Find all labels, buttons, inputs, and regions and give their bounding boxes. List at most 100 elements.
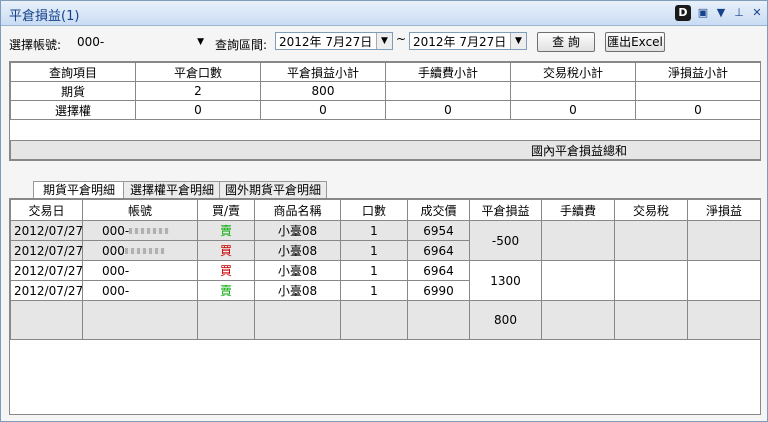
account-cell: 000 <box>82 240 198 261</box>
summary-cell: 0 <box>260 100 386 120</box>
detail-header-row: 交易日 帳號 買/賣 商品名稱 口數 成交價 平倉損益 手續費 交易稅 淨損益 <box>10 199 760 221</box>
summary-cell: 期貨 <box>10 81 136 101</box>
price-cell: 6954 <box>407 220 470 241</box>
date-to-picker[interactable]: 2012年 7月27日 ▼ <box>409 32 527 50</box>
total-cell <box>614 300 688 340</box>
summary-cell <box>510 81 636 101</box>
detail-header[interactable]: 交易日 <box>10 199 83 221</box>
side-cell: 買 <box>197 240 255 261</box>
account-cell: 000- <box>82 220 198 241</box>
total-cell <box>197 300 255 340</box>
trade-date: 2012/07/27 <box>10 260 83 281</box>
qty-cell: 1 <box>340 260 408 281</box>
summary-total-row: 國內平倉損益總和 <box>10 140 761 160</box>
detail-header[interactable]: 買/賣 <box>197 199 255 221</box>
summary-header[interactable]: 平倉損益小計 <box>260 62 386 82</box>
detail-grid: 交易日 帳號 買/賣 商品名稱 口數 成交價 平倉損益 手續費 交易稅 淨損益 … <box>9 198 761 415</box>
chevron-down-icon[interactable]: ▼ <box>376 33 392 49</box>
trade-date: 2012/07/27 <box>10 220 83 241</box>
summary-header[interactable]: 手續費小計 <box>385 62 511 82</box>
pnl-group-cell: -500 <box>469 220 542 261</box>
detail-header[interactable]: 商品名稱 <box>254 199 341 221</box>
close-icon[interactable]: ✕ <box>749 5 765 21</box>
summary-cell: 800 <box>260 81 386 101</box>
d-logo-icon[interactable]: D <box>675 5 691 21</box>
summary-cell: 0 <box>135 100 261 120</box>
chevron-down-icon[interactable]: ▼ <box>510 33 526 49</box>
account-cell: 000- <box>82 260 198 281</box>
pnl-group-cell: 1300 <box>469 260 542 301</box>
price-cell: 6964 <box>407 260 470 281</box>
total-row: 800 <box>10 300 760 340</box>
qty-cell: 1 <box>340 280 408 301</box>
summary-row-futures[interactable]: 期貨 2 800 <box>10 81 761 101</box>
net-cell <box>687 260 760 301</box>
detail-header[interactable]: 口數 <box>340 199 408 221</box>
chevron-down-icon[interactable]: ▼ <box>197 33 204 51</box>
summary-cell: 2 <box>135 81 261 101</box>
summary-header[interactable]: 平倉口數 <box>135 62 261 82</box>
qty-cell: 1 <box>340 240 408 261</box>
range-label: 查詢區間: <box>215 38 268 52</box>
account-select[interactable]: 000- ▼ <box>73 32 207 50</box>
summary-header[interactable]: 查詢項目 <box>10 62 136 82</box>
detail-header[interactable]: 交易稅 <box>614 199 688 221</box>
summary-cell: 0 <box>385 100 511 120</box>
summary-table: 查詢項目 平倉口數 平倉損益小計 手續費小計 交易稅小計 淨損益小計 期貨 2 … <box>9 61 761 161</box>
total-cell <box>687 300 760 340</box>
summary-header[interactable]: 淨損益小計 <box>635 62 761 82</box>
fee-cell <box>541 220 615 261</box>
product-cell: 小臺08 <box>254 240 341 261</box>
price-cell: 6964 <box>407 240 470 261</box>
export-excel-button[interactable]: 匯出Excel <box>605 32 665 52</box>
detail-header[interactable]: 手續費 <box>541 199 615 221</box>
total-pnl: 800 <box>469 300 542 340</box>
net-cell <box>687 220 760 261</box>
window: 平倉損益(1) D ▣ ▼ ⊥ ✕ 選擇帳號: 000- ▼ 查詢區間: 201… <box>0 0 768 422</box>
total-cell <box>10 300 83 340</box>
detail-header[interactable]: 帳號 <box>82 199 198 221</box>
tax-cell <box>614 220 688 261</box>
detail-header[interactable]: 平倉損益 <box>469 199 542 221</box>
summary-header[interactable]: 交易稅小計 <box>510 62 636 82</box>
query-button[interactable]: 查 詢 <box>537 32 595 52</box>
side-cell: 賣 <box>197 280 255 301</box>
masked-text <box>129 228 170 234</box>
table-row[interactable]: 2012/07/27 000- 買 小臺08 1 6964 1300 <box>10 260 760 301</box>
trade-date: 2012/07/27 <box>10 280 83 301</box>
summary-total: 國內平倉損益總和 <box>10 140 761 160</box>
detail-header[interactable]: 淨損益 <box>687 199 760 221</box>
summary-total-label: 國內平倉損益總和 <box>531 143 628 158</box>
table-row[interactable]: 2012/07/27 000- 賣 小臺08 1 6954 -500 <box>10 220 760 261</box>
dropdown-icon[interactable]: ▼ <box>713 5 729 21</box>
account-cell: 000- <box>82 280 198 301</box>
product-cell: 小臺08 <box>254 280 341 301</box>
summary-row-options[interactable]: 選擇權 0 0 0 0 0 <box>10 100 761 120</box>
summary-cell <box>635 81 761 101</box>
date-from-picker[interactable]: 2012年 7月27日 ▼ <box>275 32 393 50</box>
new-window-icon[interactable]: ▣ <box>695 5 711 21</box>
total-cell <box>407 300 470 340</box>
price-cell: 6990 <box>407 280 470 301</box>
detail-header[interactable]: 成交價 <box>407 199 470 221</box>
title-bar: 平倉損益(1) D ▣ ▼ ⊥ ✕ <box>1 1 767 26</box>
fee-cell <box>541 260 615 301</box>
total-cell <box>82 300 198 340</box>
trade-date: 2012/07/27 <box>10 240 83 261</box>
pin-icon[interactable]: ⊥ <box>731 5 747 21</box>
window-title: 平倉損益(1) <box>9 9 80 24</box>
summary-cell: 0 <box>635 100 761 120</box>
tab-options-detail[interactable]: 選擇權平倉明細 <box>123 181 221 199</box>
account-label: 選擇帳號: <box>9 38 62 52</box>
product-cell: 小臺08 <box>254 220 341 241</box>
toolbar: 選擇帳號: 000- ▼ 查詢區間: 2012年 7月27日 ▼ ~ 2012年… <box>1 27 767 55</box>
product-cell: 小臺08 <box>254 260 341 281</box>
total-cell <box>340 300 408 340</box>
date-to-value: 2012年 7月27日 <box>413 35 507 49</box>
side-cell: 賣 <box>197 220 255 241</box>
total-cell <box>541 300 615 340</box>
tab-foreign-futures-detail[interactable]: 國外期貨平倉明細 <box>219 181 327 199</box>
qty-cell: 1 <box>340 220 408 241</box>
summary-empty-row <box>10 119 761 141</box>
summary-cell: 選擇權 <box>10 100 136 120</box>
